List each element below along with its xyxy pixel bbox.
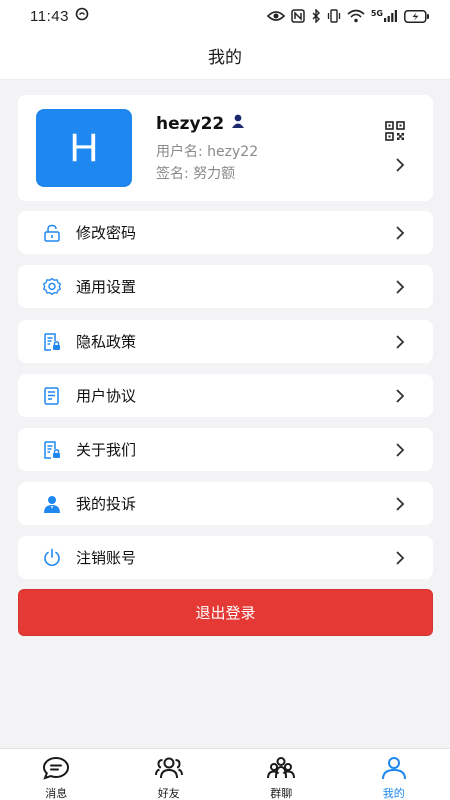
menu-item-privacy-policy[interactable]: 隐私政策 (18, 320, 433, 363)
battery-icon (404, 9, 430, 23)
status-right: 5G (266, 9, 430, 23)
eye-icon (266, 10, 285, 22)
profile-name-text: hezy22 (156, 113, 225, 134)
status-left: 11:43 (30, 7, 89, 25)
logout-button-label: 退出登录 (195, 604, 256, 622)
network-type: 5G (370, 9, 383, 18)
person-icon (42, 494, 62, 514)
chat-icon (42, 756, 70, 784)
qr-code-icon[interactable] (385, 121, 405, 145)
chevron-right-icon (395, 279, 405, 299)
menu-item-label: 关于我们 (76, 441, 137, 459)
chevron-right-icon (395, 550, 405, 570)
group-icon (266, 756, 296, 784)
chevron-right-icon (395, 225, 405, 245)
menu-item-my-complaints[interactable]: 我的投诉 (18, 482, 433, 525)
status-bar: 11:43 5G (0, 0, 450, 32)
profile-name: hezy22 (156, 113, 246, 134)
menu-item-delete-account[interactable]: 注销账号 (18, 536, 433, 579)
verified-user-icon (230, 113, 246, 134)
bluetooth-icon (311, 9, 321, 23)
notification-icon (75, 7, 89, 25)
avatar-letter: H (69, 125, 99, 170)
menu-item-label: 通用设置 (76, 278, 137, 296)
tab-label: 消息 (45, 787, 68, 800)
menu-item-label: 我的投诉 (76, 495, 137, 513)
cellular-signal-icon: 5G (371, 10, 398, 22)
menu-item-label: 修改密码 (76, 224, 137, 242)
avatar[interactable]: H (36, 109, 132, 187)
document-lock-icon (42, 440, 62, 460)
menu-item-change-password[interactable]: 修改密码 (18, 211, 433, 254)
menu-item-user-agreement[interactable]: 用户协议 (18, 374, 433, 417)
tab-label: 我的 (382, 787, 405, 800)
bottom-tab-bar: 消息 好友 群聊 我的 (0, 748, 450, 800)
tab-me[interactable]: 我的 (338, 749, 450, 800)
gear-icon (42, 277, 62, 297)
tab-messages[interactable]: 消息 (0, 749, 113, 800)
document-icon (42, 386, 62, 406)
chevron-right-icon (395, 388, 405, 408)
page-title: 我的 (208, 48, 242, 68)
chevron-right-icon (395, 334, 405, 354)
menu-item-about-us[interactable]: 关于我们 (18, 428, 433, 471)
profile-icon (380, 756, 408, 784)
wifi-icon (347, 9, 365, 23)
menu-item-label: 注销账号 (76, 549, 137, 567)
lock-icon (42, 223, 62, 243)
profile-card[interactable]: H hezy22 用户名: hezy22 签名: 努力额 (18, 95, 433, 201)
menu-item-general-settings[interactable]: 通用设置 (18, 265, 433, 308)
nfc-icon (291, 9, 305, 23)
friends-icon (154, 756, 184, 784)
tab-friends[interactable]: 好友 (113, 749, 226, 800)
profile-signature: 签名: 努力额 (156, 166, 236, 182)
status-time: 11:43 (30, 7, 69, 25)
tab-group-chat[interactable]: 群聊 (225, 749, 338, 800)
menu-item-label: 隐私政策 (76, 333, 137, 351)
chevron-right-icon (395, 442, 405, 462)
menu-item-label: 用户协议 (76, 387, 137, 405)
tab-label: 群聊 (270, 787, 293, 800)
vibrate-icon (327, 9, 341, 23)
power-icon (42, 548, 62, 568)
chevron-right-icon (395, 496, 405, 516)
logout-button[interactable]: 退出登录 (18, 589, 433, 636)
page-header: 我的 (0, 32, 450, 80)
document-lock-icon (42, 332, 62, 352)
chevron-right-icon (395, 157, 405, 177)
tab-label: 好友 (157, 787, 180, 800)
profile-username: 用户名: hezy22 (156, 144, 259, 160)
